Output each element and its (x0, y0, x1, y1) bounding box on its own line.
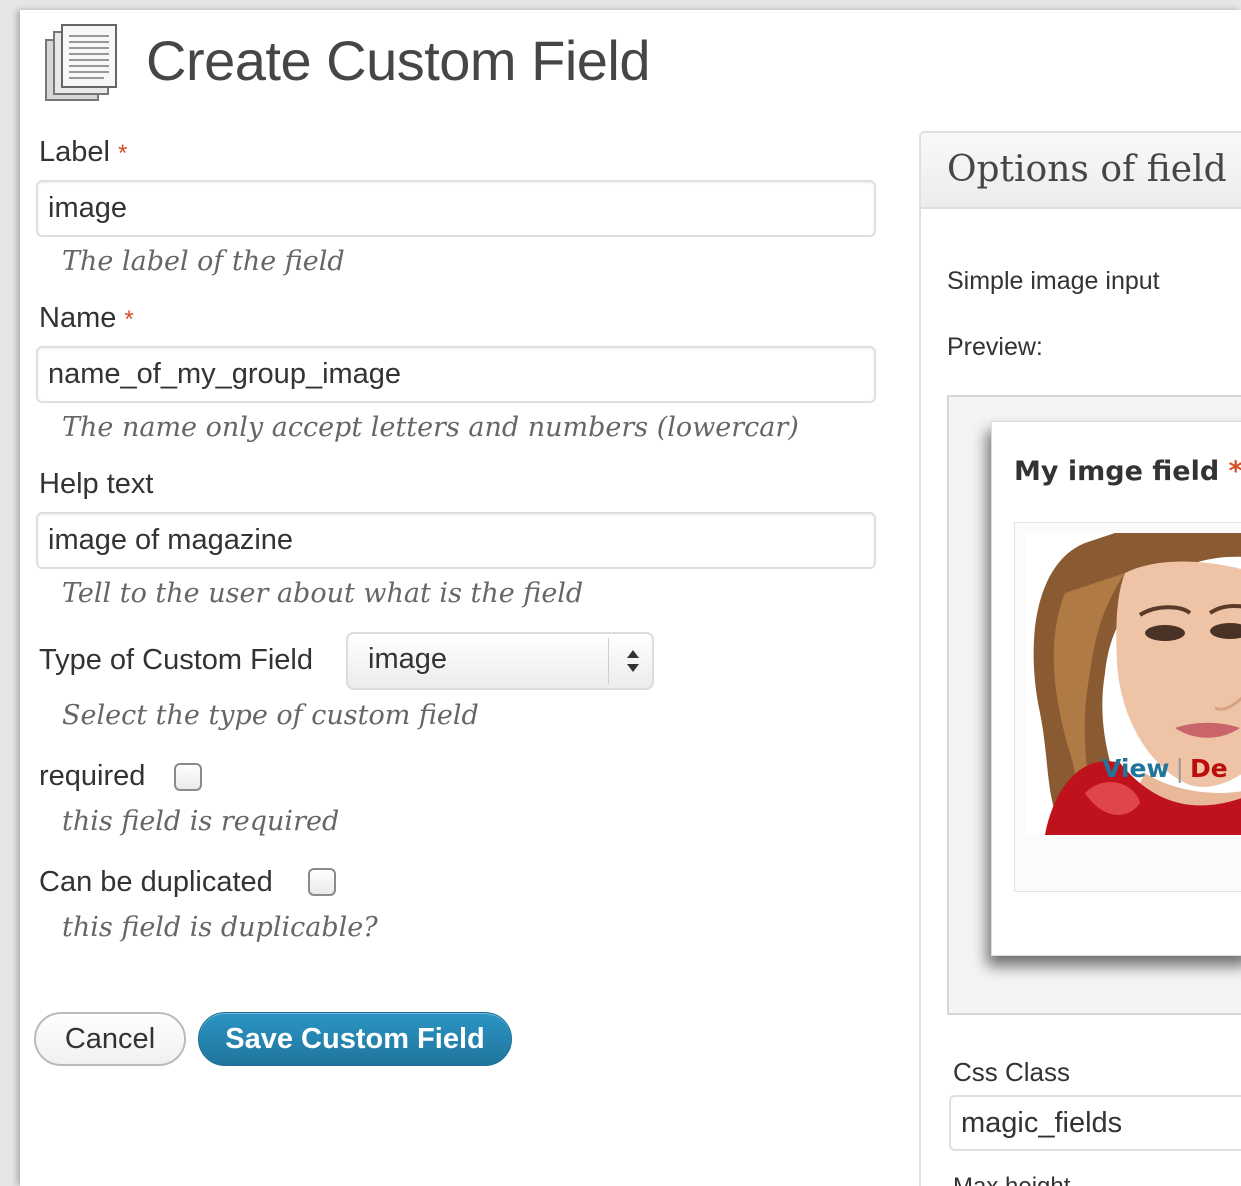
name-field-label: Name * (39, 302, 134, 335)
field-type-description: Simple image input (947, 267, 1160, 295)
name-field-label-text: Name (39, 302, 117, 334)
preview-field-label-text: My imge field (1014, 456, 1220, 487)
preview-actions: View | De (1102, 754, 1228, 783)
required-marker: * (1229, 456, 1241, 487)
name-input[interactable] (36, 346, 876, 403)
required-hint: this field is required (62, 806, 340, 837)
create-custom-field-page: Create Custom Field Label * The label of … (20, 10, 1241, 1186)
max-height-label: Max height (953, 1173, 1070, 1186)
duplicated-checkbox[interactable] (308, 868, 336, 896)
preview-field-label: My imge field * (1014, 456, 1241, 487)
options-panel-title: Options of field (947, 149, 1227, 190)
label-field-label-text: Label (39, 136, 110, 168)
preview-label: Preview: (947, 333, 1043, 361)
label-input[interactable] (36, 180, 876, 237)
select-divider (608, 638, 609, 684)
options-panel: Options of field Simple image input Prev… (919, 131, 1241, 1186)
label-field-label: Label * (39, 136, 127, 169)
delete-link[interactable]: De (1190, 754, 1228, 783)
page-stack-icon (45, 24, 117, 101)
required-label: required (39, 760, 146, 792)
cancel-button[interactable]: Cancel (34, 1012, 186, 1066)
label-hint: The label of the field (62, 246, 345, 277)
view-link[interactable]: View (1102, 754, 1170, 783)
help-text-input[interactable] (36, 512, 876, 569)
preview-image-frame (1014, 522, 1241, 892)
type-hint: Select the type of custom field (62, 700, 479, 731)
type-select-value: image (368, 643, 447, 675)
link-separator: | (1175, 754, 1184, 783)
page-title: Create Custom Field (146, 29, 651, 92)
css-class-input[interactable] (949, 1095, 1241, 1151)
required-marker: * (117, 140, 128, 167)
save-custom-field-button[interactable]: Save Custom Field (198, 1012, 512, 1066)
options-panel-header: Options of field (921, 133, 1241, 209)
required-marker: * (124, 306, 134, 333)
duplicated-label: Can be duplicated (39, 866, 273, 898)
type-label: Type of Custom Field (39, 644, 313, 676)
css-class-label: Css Class (953, 1057, 1071, 1087)
help-text-label: Help text (39, 468, 154, 500)
type-select[interactable]: image (346, 632, 654, 690)
help-text-hint: Tell to the user about what is the field (62, 578, 584, 609)
updown-arrow-icon (627, 650, 639, 672)
name-hint: The name only accept letters and numbers… (62, 412, 799, 443)
preview-image (1025, 533, 1241, 835)
preview-area: My imge field * (947, 395, 1241, 1015)
required-checkbox[interactable] (174, 763, 202, 791)
preview-card: My imge field * (991, 421, 1241, 956)
duplicated-hint: this field is duplicable? (62, 912, 378, 943)
